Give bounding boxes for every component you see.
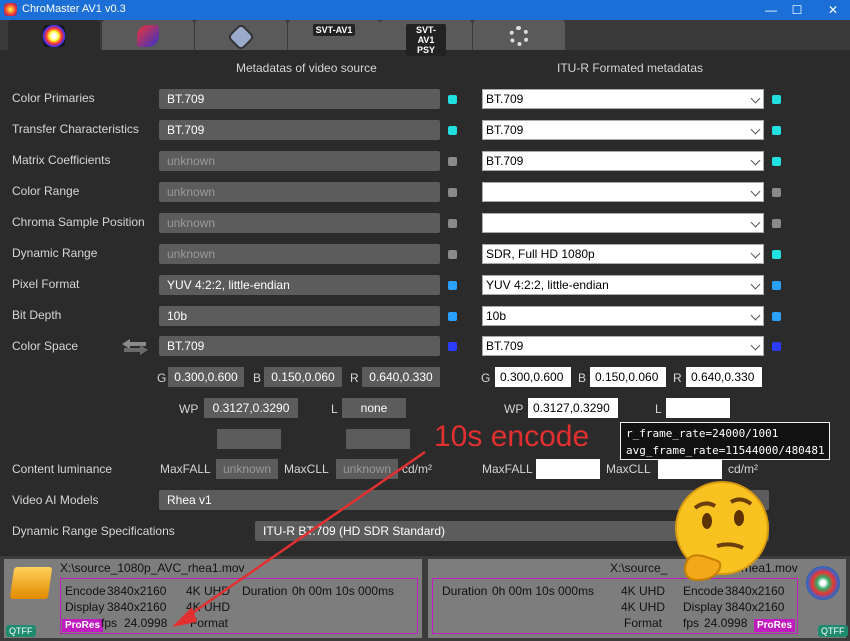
thinking-face-icon xyxy=(675,481,769,582)
annotation-text: 10s encode xyxy=(434,420,590,453)
